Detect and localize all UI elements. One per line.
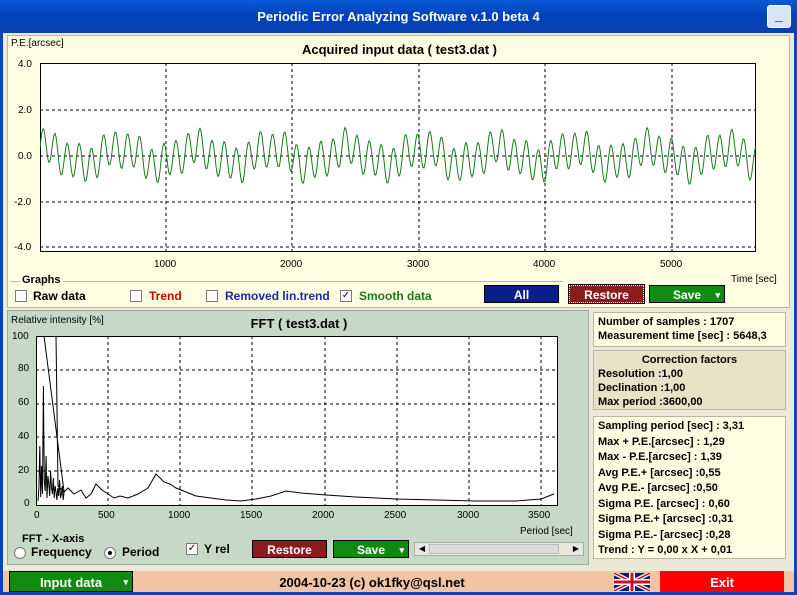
fft-xtick-label: 2000: [312, 510, 335, 521]
sigma-minus-pe: Sigma P.E.- [arcsec] :0,28: [598, 528, 731, 541]
sampling-period: Sampling period [sec] : 3,31: [598, 420, 745, 432]
fft-xtick-label: 1500: [240, 510, 263, 521]
top-xtick-label: 2000: [280, 259, 303, 270]
fft-scrollbar[interactable]: ◀ ▶: [414, 542, 584, 556]
fft-ytick-label: 60: [18, 397, 30, 408]
max-period-value: Max period :3600,00: [598, 396, 703, 408]
fft-ytick-label: 80: [18, 363, 30, 374]
raw-data-checkbox[interactable]: [15, 290, 27, 302]
fft-xtick-label: 500: [98, 510, 115, 521]
chevron-down-icon: ▾: [715, 290, 720, 300]
fft-title: FFT ( test3.dat ): [250, 316, 348, 331]
top-xtick-label: 1000: [154, 259, 177, 270]
trend-equation: Trend : Y = 0,00 x X + 0,01: [598, 544, 733, 556]
top-ytick-label: -2.0: [14, 197, 32, 208]
input-data-label: Input data: [39, 575, 103, 590]
sigma-plus-pe: Sigma P.E.+ [arcsec] :0,31: [598, 513, 734, 525]
number-of-samples: Number of samples : 1707: [598, 316, 735, 328]
input-data-plot: [40, 63, 756, 252]
exit-button[interactable]: Exit: [660, 571, 784, 592]
top-xtick-label: 3000: [407, 259, 430, 270]
top-ytick-label: 2.0: [18, 105, 32, 116]
smooth-data-label: Smooth data: [359, 289, 432, 303]
scroll-left-icon[interactable]: ◀: [416, 543, 428, 555]
fft-panel: Relative intensity [%] FFT ( test3.dat )…: [7, 310, 589, 565]
chevron-down-icon: ▾: [399, 545, 404, 555]
yrel-checkbox[interactable]: ✓: [186, 543, 198, 555]
top-ytick-label: 4.0: [18, 59, 32, 70]
input-data-button[interactable]: Input data ▾: [9, 571, 133, 592]
trend-checkbox[interactable]: [130, 290, 142, 302]
fft-ytick-label: 40: [18, 431, 30, 442]
fft-ytick-label: 20: [18, 465, 30, 476]
frequency-radio[interactable]: [14, 547, 26, 559]
scroll-thumb[interactable]: [429, 544, 559, 554]
restore-top-button[interactable]: Restore: [568, 284, 645, 304]
yrel-label: Y rel: [204, 542, 230, 556]
fft-xtick-label: 3500: [528, 510, 551, 521]
save-top-label: Save: [672, 288, 702, 302]
avg-minus-pe: Avg P.E.- [arcsec] :0,50: [598, 482, 718, 494]
removed-trend-checkbox[interactable]: [206, 290, 218, 302]
fft-ytick-label: 100: [12, 331, 29, 342]
period-label: Period: [122, 545, 160, 559]
max-plus-pe: Max + P.E.[arcsec] : 1,29: [598, 435, 725, 448]
top-xtick-label: 5000: [660, 259, 683, 270]
top-ytick-label: -4.0: [14, 242, 32, 253]
copyright-text: 2004-10-23 (c) ok1fky@qsl.net: [279, 575, 465, 590]
window-title: Periodic Error Analyzing Software v.1.0 …: [257, 9, 540, 24]
save-top-button[interactable]: Save ▾: [649, 285, 725, 303]
top-chart-title: Acquired input data ( test3.dat ): [301, 42, 497, 57]
fft-ytick-label: 0: [24, 498, 30, 509]
fft-xtick-label: 2500: [384, 510, 407, 521]
fft-plot: [36, 336, 558, 506]
save-fft-label: Save: [356, 543, 386, 557]
resolution-value: Resolution :1,00: [598, 368, 683, 380]
trend-label: Trend: [149, 289, 182, 303]
declination-value: Declination :1,00: [598, 382, 686, 394]
frequency-label: Frequency: [31, 545, 92, 559]
chevron-down-icon: ▾: [123, 577, 128, 587]
raw-data-label: Raw data: [33, 289, 86, 303]
removed-trend-label: Removed lin.trend: [225, 289, 330, 303]
smooth-data-checkbox[interactable]: ✓: [340, 290, 352, 302]
samples-box: Number of samples : 1707 Measurement tim…: [593, 312, 786, 347]
period-radio[interactable]: [104, 547, 116, 559]
sigma-pe: Sigma P.E. [arcsec] : 0,60: [598, 497, 730, 510]
scroll-right-icon[interactable]: ▶: [570, 543, 582, 555]
measurement-time: Measurement time [sec] : 5648,3: [598, 330, 767, 342]
minimize-button[interactable]: _: [767, 5, 791, 28]
avg-plus-pe: Avg P.E.+ [arcsec] :0,55: [598, 466, 721, 479]
fft-xlabel: Period [sec]: [520, 526, 573, 537]
restore-fft-button[interactable]: Restore: [252, 540, 327, 558]
title-bar: Periodic Error Analyzing Software v.1.0 …: [0, 0, 797, 33]
all-button[interactable]: All: [484, 285, 559, 303]
fft-axis-label: FFT - X-axis: [22, 533, 85, 545]
fft-xtick-label: 0: [34, 510, 40, 521]
top-xtick-label: 4000: [533, 259, 556, 270]
top-chart-xlabel: Time [sec]: [731, 274, 777, 285]
correction-factors-box: Correction factors Resolution :1,00 Decl…: [593, 350, 786, 410]
uk-flag-icon[interactable]: [614, 573, 650, 591]
fft-xtick-label: 1000: [168, 510, 191, 521]
statistics-box: Sampling period [sec] : 3,31 Max + P.E.[…: [593, 416, 786, 559]
fft-xtick-label: 3000: [457, 510, 480, 521]
max-minus-pe: Max - P.E.[arcsec] : 1,39: [598, 451, 722, 463]
save-fft-button[interactable]: Save ▾: [333, 540, 409, 558]
correction-title: Correction factors: [641, 354, 738, 366]
input-data-panel: P.E.[arcsec] Acquired input data ( test3…: [7, 35, 790, 308]
top-ytick-label: 0.0: [18, 151, 32, 162]
graphs-group-legend: Graphs: [20, 274, 63, 286]
